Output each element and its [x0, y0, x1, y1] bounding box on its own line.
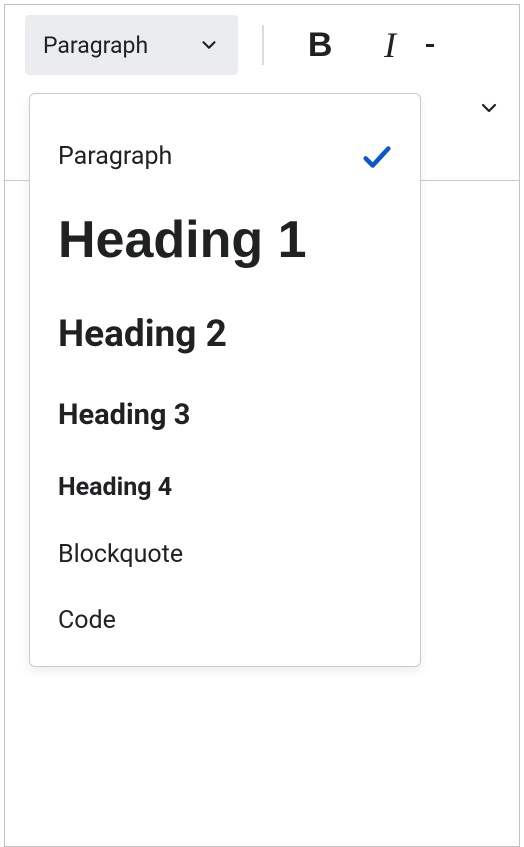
- dropdown-item-label: Heading 3: [58, 400, 190, 432]
- dropdown-item-label: Heading 1: [58, 212, 307, 269]
- dropdown-item-label: Heading 2: [58, 315, 227, 356]
- dropdown-item-heading-2[interactable]: Heading 2: [30, 293, 420, 378]
- dropdown-item-blockquote[interactable]: Blockquote: [30, 521, 420, 589]
- toolbar-row-1: Paragraph B I: [25, 15, 519, 75]
- italic-label: I: [384, 24, 396, 66]
- editor-toolbar-region: Paragraph B I Paragraph: [4, 4, 520, 847]
- chevron-down-icon: [477, 105, 501, 124]
- italic-button[interactable]: I: [356, 15, 424, 75]
- underline-button-partial[interactable]: [426, 44, 434, 47]
- dropdown-item-heading-1[interactable]: Heading 1: [30, 188, 420, 293]
- paragraph-format-select[interactable]: Paragraph: [25, 15, 238, 75]
- dropdown-item-label: Heading 4: [58, 474, 172, 502]
- more-toggle[interactable]: [477, 96, 501, 124]
- dropdown-item-paragraph[interactable]: Paragraph: [30, 126, 420, 188]
- chevron-down-icon: [198, 34, 220, 56]
- dropdown-item-heading-3[interactable]: Heading 3: [30, 378, 420, 454]
- dropdown-item-code[interactable]: Code: [30, 589, 420, 645]
- underline-bar: [426, 44, 434, 47]
- format-select-label: Paragraph: [43, 32, 148, 59]
- bold-label: B: [308, 26, 333, 65]
- bold-button[interactable]: B: [286, 15, 354, 75]
- toolbar-divider: [262, 25, 264, 65]
- check-icon: [360, 140, 394, 174]
- dropdown-item-label: Blockquote: [58, 541, 183, 569]
- format-dropdown: Paragraph Heading 1 Heading 2 Heading 3 …: [29, 93, 421, 667]
- dropdown-item-heading-4[interactable]: Heading 4: [30, 454, 420, 522]
- dropdown-item-label: Code: [58, 607, 116, 635]
- dropdown-item-label: Paragraph: [58, 143, 172, 171]
